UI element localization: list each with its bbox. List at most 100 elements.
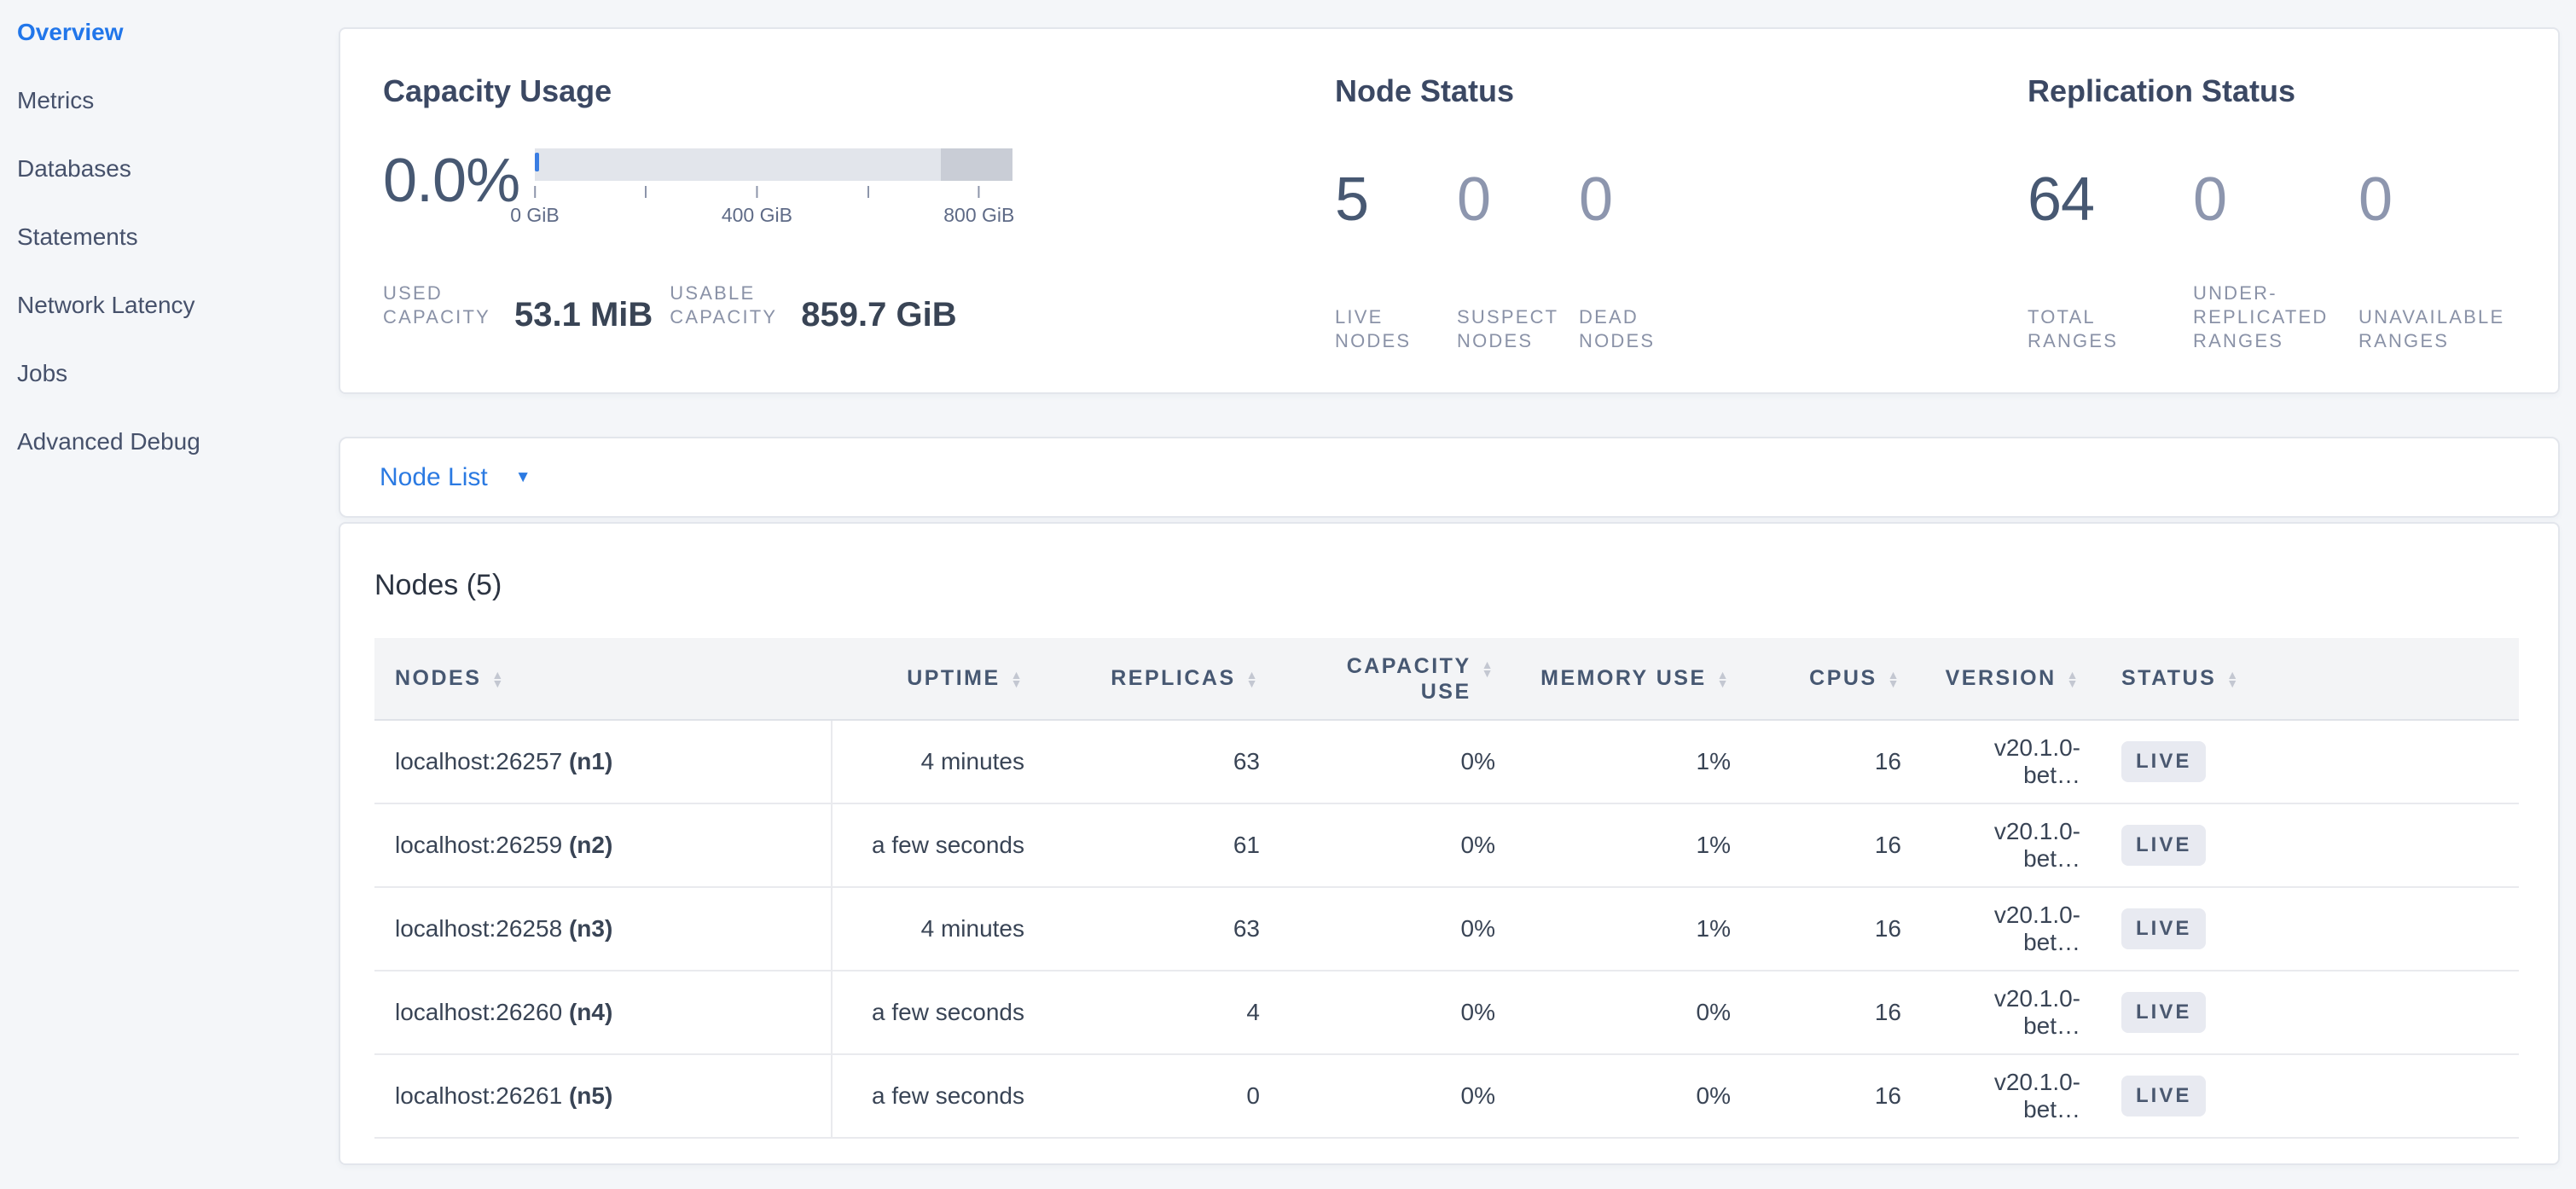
sidebar: Overview Metrics Databases Statements Ne…: [0, 0, 339, 1189]
replicas-cell: 0: [1045, 1054, 1280, 1138]
column-header[interactable]: NODES ▲ ▼: [374, 638, 832, 720]
uptime-cell: a few seconds: [832, 971, 1045, 1054]
axis-tick: [645, 186, 647, 204]
column-header[interactable]: MEMORY USE ▲ ▼: [1516, 638, 1751, 720]
capacity-use-cell: 0%: [1280, 803, 1516, 887]
table-row[interactable]: localhost:26257 (n1) 4 minutes 63 0% 1% …: [374, 720, 2519, 803]
column-header[interactable]: CPUS ▲ ▼: [1751, 638, 1922, 720]
node-id: (n4): [569, 999, 612, 1025]
column-header-label: UPTIME: [907, 666, 1000, 691]
node-address: localhost:26257: [395, 748, 562, 774]
used-capacity-stat: USED CAPACITY 53.1 MiB: [383, 281, 653, 334]
status-badge: LIVE: [2121, 1076, 2206, 1116]
table-row[interactable]: localhost:26258 (n3) 4 minutes 63 0% 1% …: [374, 887, 2519, 971]
stat-value: 0: [2193, 167, 2358, 232]
memory-use-cell: 1%: [1516, 803, 1751, 887]
node-status-stat: 5 LIVE NODES: [1335, 167, 1457, 353]
replication-status-title: Replication Status: [2028, 72, 2524, 111]
uptime-cell: 4 minutes: [832, 887, 1045, 971]
sort-desc-icon: ▼: [1246, 679, 1260, 687]
sort-icon: ▲ ▼: [1482, 660, 1495, 677]
node-address-cell: localhost:26261 (n5): [374, 1054, 832, 1138]
capacity-usage-title: Capacity Usage: [383, 72, 1335, 111]
node-address-cell: localhost:26257 (n1): [374, 720, 832, 803]
axis-tick-mark: [534, 186, 536, 198]
sidebar-item[interactable]: Jobs: [17, 353, 339, 421]
node-address-cell: localhost:26260 (n4): [374, 971, 832, 1054]
column-header[interactable]: REPLICAS ▲ ▼: [1045, 638, 1280, 720]
status-cell: LIVE: [2101, 1054, 2297, 1138]
sort-icon: ▲ ▼: [1888, 670, 1901, 687]
sidebar-item-label: Databases: [17, 155, 131, 182]
column-header[interactable]: STATUS ▲ ▼: [2101, 638, 2297, 720]
sidebar-item[interactable]: Overview: [17, 12, 339, 80]
axis-tick-label: 0 GiB: [510, 204, 560, 227]
table-header-row: NODES ▲ ▼ UPTIME: [374, 638, 2519, 720]
stat-label: TOTAL RANGES: [2028, 305, 2193, 353]
sidebar-item[interactable]: Metrics: [17, 80, 339, 148]
table-row[interactable]: localhost:26259 (n2) a few seconds 61 0%…: [374, 803, 2519, 887]
replicas-cell: 4: [1045, 971, 1280, 1054]
used-capacity-value: 53.1 MiB: [514, 296, 653, 334]
uptime-cell: 4 minutes: [832, 720, 1045, 803]
sidebar-item[interactable]: Databases: [17, 148, 339, 217]
filler-cell: [2297, 803, 2519, 887]
stat-value: 0: [2358, 167, 2524, 232]
sort-desc-icon: ▼: [1888, 679, 1901, 687]
status-badge: LIVE: [2121, 741, 2206, 782]
capacity-bar: [535, 148, 1012, 181]
node-address-cell: localhost:26259 (n2): [374, 803, 832, 887]
column-header[interactable]: VERSION ▲ ▼: [1922, 638, 2101, 720]
replicas-cell: 61: [1045, 803, 1280, 887]
sort-desc-icon: ▼: [1482, 669, 1495, 677]
sidebar-item[interactable]: Advanced Debug: [17, 421, 339, 490]
view-selector-card: Node List ▼: [339, 437, 2560, 518]
column-header-label: VERSION: [1946, 666, 2057, 691]
sort-icon: ▲ ▼: [2067, 670, 2080, 687]
node-status-stat: 0 DEAD NODES: [1579, 167, 1701, 353]
capacity-used-marker: [535, 153, 539, 171]
status-badge: LIVE: [2121, 825, 2206, 866]
column-header[interactable]: CAPACITY USE ▲ ▼: [1280, 638, 1516, 720]
version-cell: v20.1.0-bet…: [1922, 1054, 2101, 1138]
sidebar-item[interactable]: Network Latency: [17, 285, 339, 353]
axis-tick-mark: [978, 186, 980, 198]
sort-desc-icon: ▼: [2067, 679, 2080, 687]
sidebar-item-label: Advanced Debug: [17, 428, 200, 455]
sort-icon: ▲ ▼: [1717, 670, 1731, 687]
main-content: Capacity Usage 0.0% 0 GiB: [339, 0, 2576, 1189]
filler-cell: [2297, 1054, 2519, 1138]
axis-tick-mark: [645, 186, 647, 198]
sidebar-item-label: Statements: [17, 223, 138, 250]
node-status-stat: 0 SUSPECT NODES: [1457, 167, 1579, 353]
capacity-usage-section: Capacity Usage 0.0% 0 GiB: [383, 72, 1335, 392]
column-header[interactable]: UPTIME ▲ ▼: [832, 638, 1045, 720]
column-header-label: NODES: [395, 666, 481, 691]
sort-icon: ▲ ▼: [1246, 670, 1260, 687]
node-list-dropdown-label: Node List: [380, 463, 488, 492]
status-cell: LIVE: [2101, 720, 2297, 803]
table-row[interactable]: localhost:26261 (n5) a few seconds 0 0% …: [374, 1054, 2519, 1138]
column-header[interactable]: ▲ ▼: [2297, 638, 2519, 720]
status-cell: LIVE: [2101, 971, 2297, 1054]
node-address: localhost:26258: [395, 915, 562, 942]
stat-value: 64: [2028, 167, 2193, 232]
axis-tick: 800 GiB: [943, 186, 1014, 227]
column-header-label: REPLICAS: [1111, 666, 1235, 691]
status-cell: LIVE: [2101, 803, 2297, 887]
sidebar-item[interactable]: Statements: [17, 217, 339, 285]
node-address: localhost:26259: [395, 832, 562, 858]
table-row[interactable]: localhost:26260 (n4) a few seconds 4 0% …: [374, 971, 2519, 1054]
cpus-cell: 16: [1751, 803, 1922, 887]
axis-tick-label: 800 GiB: [943, 204, 1014, 227]
stat-label: UNDER-REPLICATED RANGES: [2193, 281, 2358, 353]
node-id: (n1): [569, 748, 612, 774]
stat-label: SUSPECT NODES: [1457, 305, 1579, 353]
stat-value: 5: [1335, 167, 1457, 232]
sidebar-item-label: Network Latency: [17, 292, 195, 318]
version-cell: v20.1.0-bet…: [1922, 720, 2101, 803]
axis-tick-mark: [756, 186, 757, 198]
sort-desc-icon: ▼: [491, 679, 505, 687]
node-address: localhost:26260: [395, 999, 562, 1025]
node-list-dropdown[interactable]: Node List ▼: [380, 463, 531, 492]
